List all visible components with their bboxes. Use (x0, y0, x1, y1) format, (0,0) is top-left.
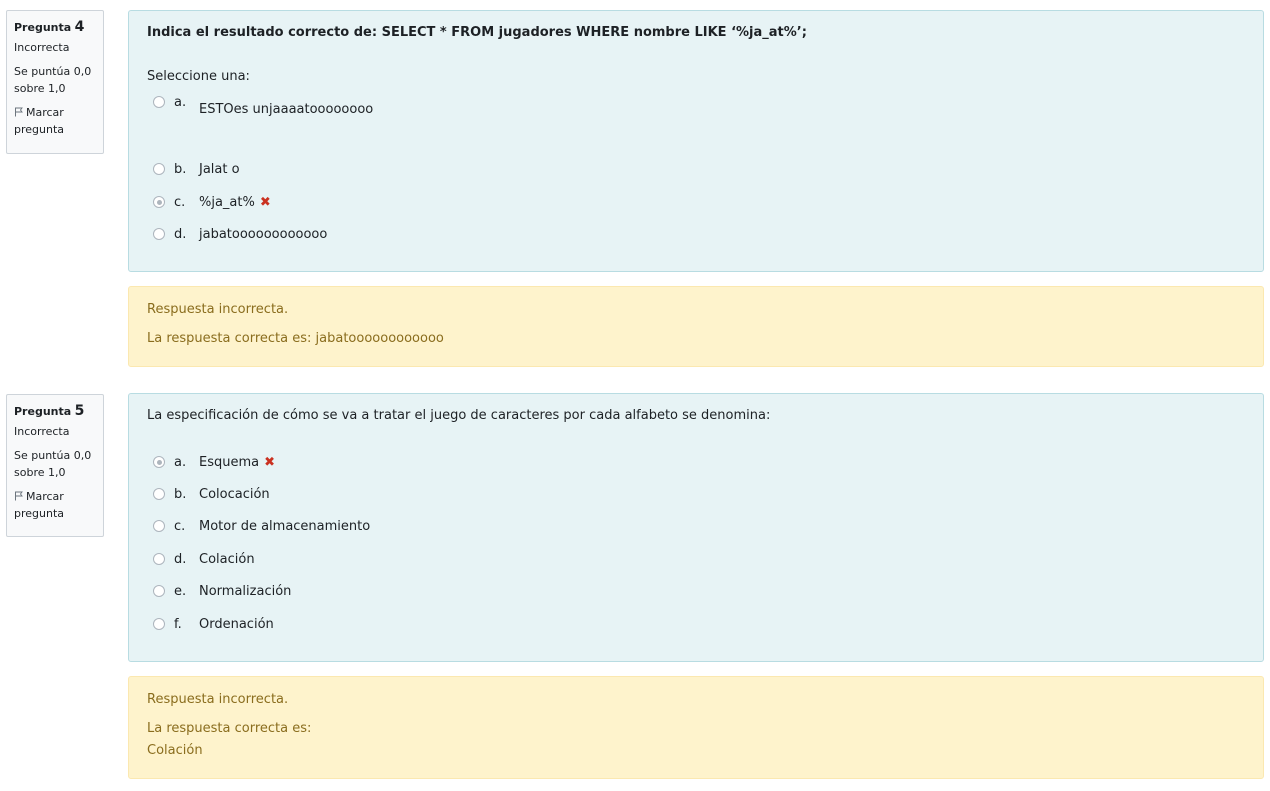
feedback-status: Respuesta incorrecta. (147, 692, 289, 707)
question-feedback-4: Respuesta incorrecta. La respuesta corre… (128, 286, 1264, 367)
flag-question-button[interactable]: Marcar pregunta (14, 104, 96, 138)
question-text: La especificación de cómo se va a tratar… (147, 408, 771, 423)
question-number-value: 4 (74, 19, 85, 35)
feedback-correct-answer: La respuesta correcta es: jabatooooooooo… (147, 331, 444, 346)
incorrect-x-icon: ✖ (259, 195, 271, 210)
radio-button[interactable] (153, 163, 165, 175)
radio-button[interactable] (153, 618, 165, 630)
question-info-4: Pregunta 4 Incorrecta Se puntúa 0,0 sobr… (6, 10, 104, 154)
radio-button[interactable] (153, 488, 165, 500)
radio-button[interactable] (153, 96, 165, 108)
question-text: Indica el resultado correcto de: SELECT … (147, 25, 807, 40)
radio-button[interactable] (153, 228, 165, 240)
radio-button-selected[interactable] (153, 196, 165, 208)
question-formulation-4: Indica el resultado correcto de: SELECT … (128, 10, 1264, 272)
feedback-correct-value: Colación (147, 743, 203, 758)
radio-button[interactable] (153, 553, 165, 565)
question-state: Incorrecta (14, 425, 70, 438)
radio-button[interactable] (153, 585, 165, 597)
question-info-5: Pregunta 5 Incorrecta Se puntúa 0,0 sobr… (6, 394, 104, 537)
flag-question-button[interactable]: Marcar pregunta (14, 488, 96, 522)
feedback-correct-label: La respuesta correcta es: (147, 721, 312, 736)
question-number-value: 5 (74, 403, 85, 419)
question-number: Pregunta 5 (14, 403, 85, 419)
feedback-status: Respuesta incorrecta. (147, 302, 289, 317)
question-grade: Se puntúa 0,0 sobre 1,0 (14, 449, 92, 479)
flag-icon (15, 107, 23, 117)
question-formulation-5: La especificación de cómo se va a tratar… (128, 393, 1264, 662)
question-number: Pregunta 4 (14, 19, 85, 35)
flag-icon (15, 491, 23, 501)
radio-button-selected[interactable] (153, 456, 165, 468)
radio-button[interactable] (153, 520, 165, 532)
question-feedback-5: Respuesta incorrecta. La respuesta corre… (128, 676, 1264, 779)
question-state: Incorrecta (14, 41, 70, 54)
answer-prompt: Seleccione una: (147, 69, 250, 84)
question-grade: Se puntúa 0,0 sobre 1,0 (14, 65, 92, 95)
incorrect-x-icon: ✖ (264, 455, 276, 470)
